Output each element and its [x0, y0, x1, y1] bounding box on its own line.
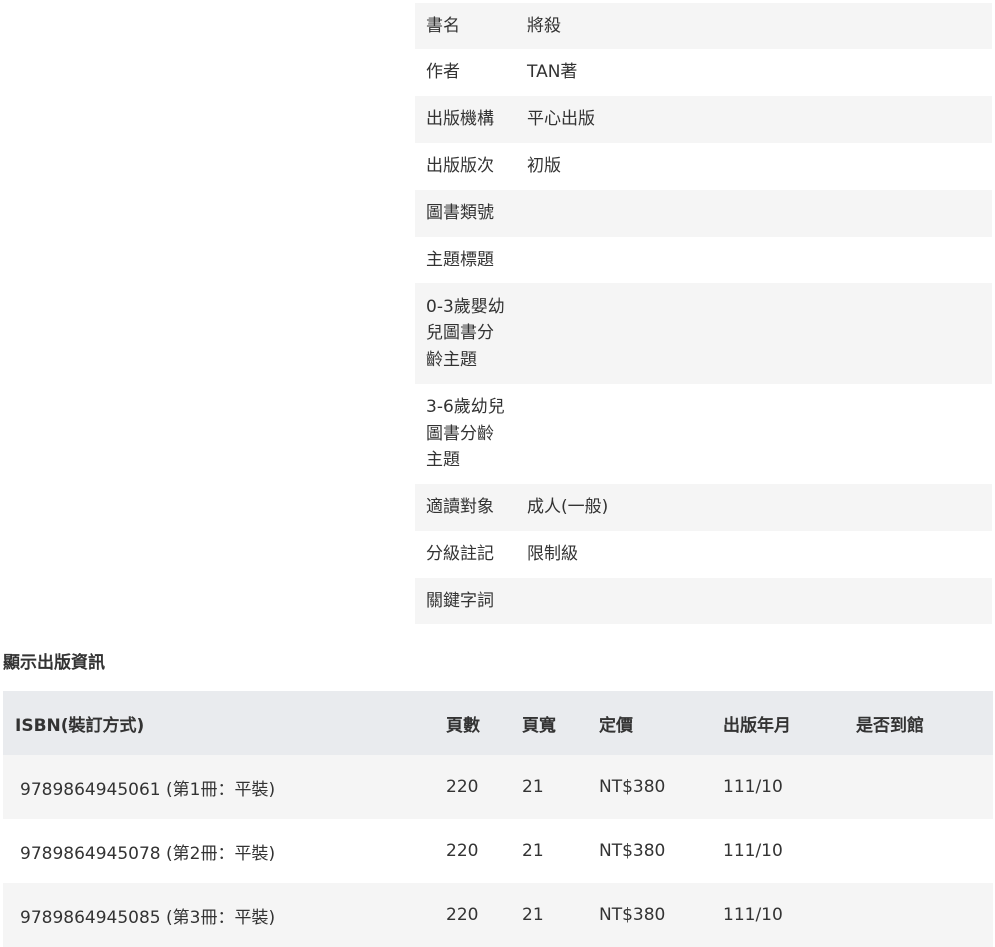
cell-width: 21 [522, 777, 544, 797]
info-row-audience: 適讀對象 成人(一般) [415, 484, 992, 531]
cell-date: 111/10 [723, 777, 783, 797]
table-row: 9789864945085 (第3冊：平裝) 220 21 NT$380 111… [3, 883, 993, 947]
cell-date: 111/10 [723, 905, 783, 925]
info-label: 圖書類號 [426, 203, 494, 224]
info-label-line: 3-6歲幼兒 [426, 397, 505, 418]
cell-width: 21 [522, 905, 544, 925]
info-label: 作者 [426, 62, 460, 83]
info-row-classification: 圖書類號 [415, 190, 992, 237]
info-label: 3-6歲幼兒 圖書分齡 主題 [415, 394, 527, 474]
info-value: TAN著 [527, 62, 578, 83]
info-value: 平心出版 [527, 109, 595, 130]
publication-table-header: ISBN(裝訂方式) 頁數 頁寬 定價 出版年月 是否到館 [3, 691, 993, 755]
cell-price: NT$380 [599, 841, 666, 861]
info-label: 適讀對象 [426, 497, 494, 518]
info-row-rating: 分級註記 限制級 [415, 531, 992, 578]
info-value: 成人(一般) [527, 497, 609, 518]
cell-isbn: 9789864945085 (第3冊：平裝) [20, 907, 276, 928]
info-row-title: 書名 將殺 [415, 3, 992, 49]
cell-isbn: 9789864945061 (第1冊：平裝) [20, 779, 276, 800]
cell-pages: 220 [446, 905, 479, 925]
info-label: 0-3歲嬰幼 兒圖書分 齡主題 [415, 294, 527, 374]
header-price: 定價 [599, 715, 633, 736]
info-row-keywords: 關鍵字詞 [415, 578, 992, 624]
info-label-line: 齡主題 [426, 349, 477, 370]
info-label-line: 0-3歲嬰幼 [426, 296, 505, 317]
table-row: 9789864945061 (第1冊：平裝) 220 21 NT$380 111… [3, 755, 993, 819]
info-label: 分級註記 [426, 544, 494, 565]
info-label: 關鍵字詞 [426, 590, 494, 611]
cell-pages: 220 [446, 777, 479, 797]
cell-pages: 220 [446, 841, 479, 861]
publication-table: ISBN(裝訂方式) 頁數 頁寬 定價 出版年月 是否到館 9789864945… [3, 691, 993, 947]
info-label: 出版機構 [426, 109, 494, 130]
cell-price: NT$380 [599, 777, 666, 797]
info-label-line: 主題 [426, 450, 460, 471]
info-label-line: 圖書分齡 [426, 423, 494, 444]
info-row-subject: 主題標題 [415, 237, 992, 283]
book-info-table: 書名 將殺 作者 TAN著 出版機構 平心出版 出版版次 初版 圖書類號 主題標… [415, 3, 992, 624]
header-date: 出版年月 [723, 715, 791, 736]
book-detail-page: 書名 將殺 作者 TAN著 出版機構 平心出版 出版版次 初版 圖書類號 主題標… [0, 0, 995, 947]
info-label: 主題標題 [426, 249, 494, 270]
info-value: 初版 [527, 156, 561, 177]
header-arrived: 是否到館 [856, 715, 924, 736]
info-row-publisher: 出版機構 平心出版 [415, 96, 992, 143]
info-value: 限制級 [527, 544, 578, 565]
info-row-age-3-6: 3-6歲幼兒 圖書分齡 主題 [415, 384, 992, 484]
header-pages: 頁數 [446, 715, 480, 736]
info-row-edition: 出版版次 初版 [415, 143, 992, 190]
cell-width: 21 [522, 841, 544, 861]
header-width: 頁寬 [522, 715, 556, 736]
cell-isbn: 9789864945078 (第2冊：平裝) [20, 843, 276, 864]
cell-price: NT$380 [599, 905, 666, 925]
info-label: 書名 [426, 15, 460, 36]
info-value: 將殺 [527, 15, 561, 36]
header-isbn: ISBN(裝訂方式) [15, 715, 145, 736]
info-row-author: 作者 TAN著 [415, 49, 992, 96]
publication-section-title[interactable]: 顯示出版資訊 [3, 650, 105, 676]
info-label-line: 兒圖書分 [426, 323, 494, 344]
cell-date: 111/10 [723, 841, 783, 861]
info-label: 出版版次 [426, 156, 494, 177]
info-row-age-0-3: 0-3歲嬰幼 兒圖書分 齡主題 [415, 283, 992, 384]
table-row: 9789864945078 (第2冊：平裝) 220 21 NT$380 111… [3, 819, 993, 883]
